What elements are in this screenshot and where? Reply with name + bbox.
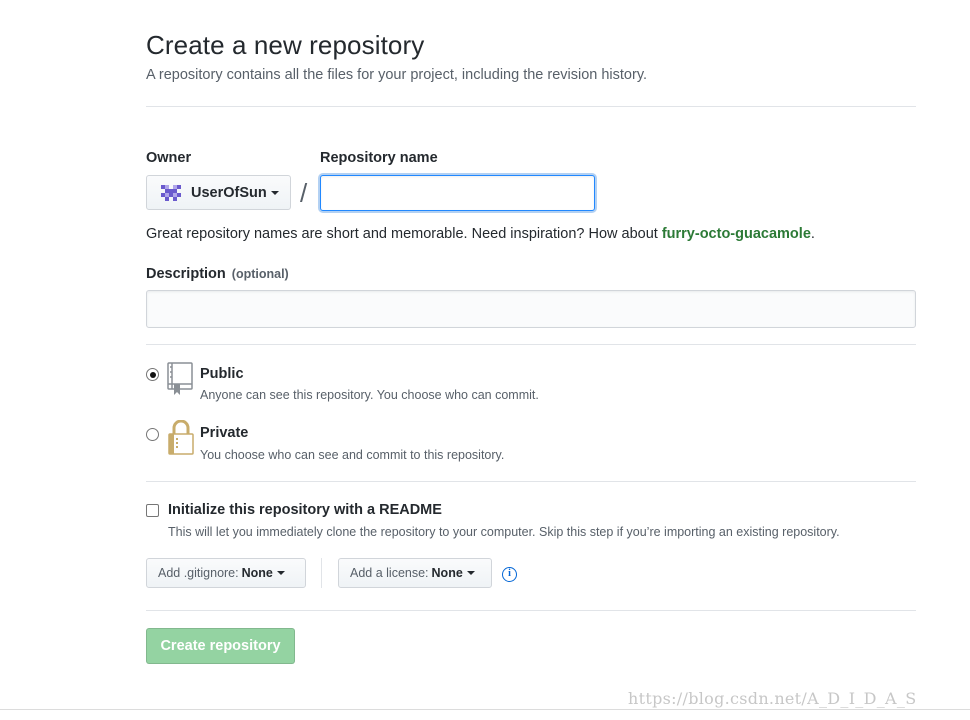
- owner-repo-separator: /: [300, 178, 308, 208]
- description-label-text: Description: [146, 266, 226, 282]
- lock-icon: [168, 420, 194, 455]
- description-input[interactable]: [146, 290, 916, 328]
- divider: [146, 344, 916, 345]
- owner-dropdown-button[interactable]: UserOfSun: [146, 175, 291, 210]
- name-suggestion-link[interactable]: furry-octo-guacamole: [662, 226, 811, 242]
- chevron-down-icon: [270, 190, 279, 195]
- name-hint: Great repository names are short and mem…: [146, 226, 815, 242]
- repo-name-label: Repository name: [320, 150, 438, 166]
- public-radio[interactable]: [146, 368, 159, 381]
- license-value: None: [431, 566, 463, 580]
- divider: [0, 709, 970, 710]
- init-readme-label[interactable]: Initialize this repository with a README: [168, 502, 442, 518]
- divider: [146, 610, 916, 611]
- watermark-text: https://blog.csdn.net/A_D_I_D_A_S: [628, 689, 917, 708]
- divider: [321, 558, 322, 588]
- hint-end: .: [810, 226, 815, 242]
- owner-name: UserOfSun: [191, 184, 267, 201]
- license-label: Add a license:: [350, 566, 429, 580]
- page-title: Create a new repository: [146, 30, 425, 60]
- hint-text: Great repository names are short and mem…: [146, 226, 662, 242]
- license-dropdown-button[interactable]: Add a license: None: [338, 558, 492, 588]
- create-repository-button[interactable]: Create repository: [146, 628, 295, 664]
- chevron-down-icon: [466, 571, 475, 575]
- identicon-avatar-icon: [161, 184, 181, 201]
- divider: [146, 481, 916, 482]
- owner-label: Owner: [146, 150, 192, 166]
- page-subtitle: A repository contains all the files for …: [146, 67, 648, 83]
- optional-tag: (optional): [231, 267, 289, 281]
- repo-book-icon: [167, 362, 193, 395]
- info-icon[interactable]: i: [502, 567, 517, 582]
- gitignore-dropdown-button[interactable]: Add .gitignore: None: [146, 558, 306, 588]
- description-label: Description (optional): [146, 266, 289, 282]
- public-option-title[interactable]: Public: [200, 366, 244, 382]
- init-readme-checkbox[interactable]: [146, 504, 159, 517]
- divider: [146, 106, 916, 107]
- repository-name-input[interactable]: [320, 175, 595, 211]
- gitignore-value: None: [241, 566, 273, 580]
- init-readme-note: This will let you immediately clone the …: [168, 525, 840, 539]
- public-option-note: Anyone can see this repository. You choo…: [200, 388, 539, 402]
- chevron-down-icon: [276, 571, 285, 575]
- private-option-title[interactable]: Private: [200, 425, 248, 441]
- private-option-note: You choose who can see and commit to thi…: [200, 448, 505, 462]
- private-radio[interactable]: [146, 428, 159, 441]
- gitignore-label: Add .gitignore:: [158, 566, 239, 580]
